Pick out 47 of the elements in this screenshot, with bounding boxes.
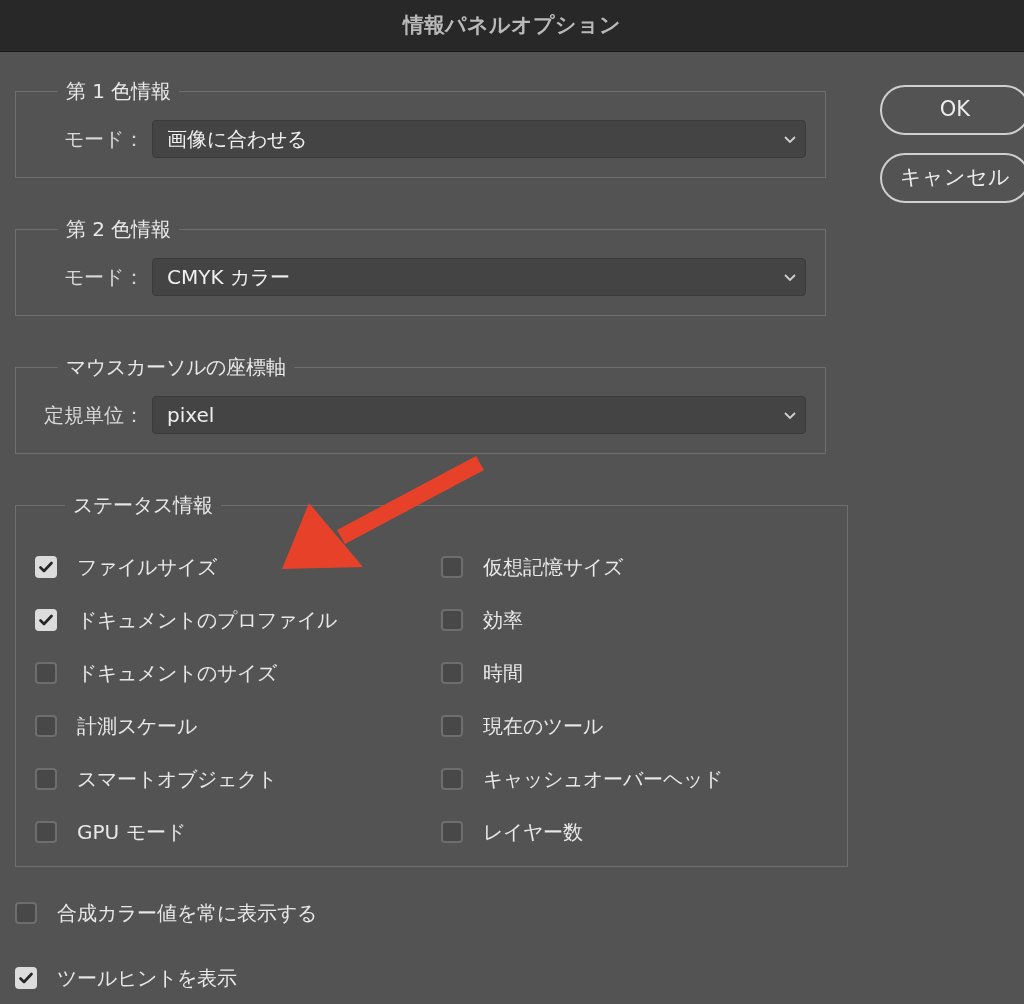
checkbox[interactable] [35, 767, 57, 790]
checkbox-label: スマートオブジェクト [77, 765, 277, 793]
chevron-down-icon [783, 272, 797, 282]
checkbox-label: ドキュメントのサイズ [77, 659, 277, 687]
checkbox[interactable] [441, 661, 463, 684]
checkbox[interactable] [15, 901, 37, 924]
dropdown[interactable]: pixel [152, 396, 806, 434]
checkbox-label: 現在のツール [483, 712, 603, 740]
group-title: 第 2 色情報 [65, 216, 173, 243]
dialog-button[interactable]: OK [880, 85, 1024, 135]
checkbox-label: 時間 [483, 659, 523, 687]
checkbox[interactable] [15, 966, 37, 989]
checkbox[interactable] [441, 714, 463, 737]
checkbox-label: ドキュメントのプロファイル [77, 606, 337, 634]
window-title: 情報パネルオプション [403, 11, 621, 39]
checkbox[interactable] [441, 555, 463, 578]
group-title: マウスカーソルの座標軸 [65, 354, 287, 381]
checkmark-icon [39, 560, 53, 573]
checkbox-label: レイヤー数 [483, 818, 583, 846]
checkbox-label: ツールヒントを表示 [57, 964, 237, 992]
checkbox-label: 計測スケール [77, 712, 197, 740]
checkbox-label: GPU モード [77, 818, 186, 846]
dropdown[interactable]: 画像に合わせる [152, 120, 806, 158]
checkbox[interactable] [35, 820, 57, 843]
chevron-down-icon [783, 410, 797, 420]
checkbox-label: 効率 [483, 606, 523, 634]
checkbox[interactable] [441, 608, 463, 631]
checkbox[interactable] [441, 767, 463, 790]
checkbox[interactable] [35, 714, 57, 737]
checkbox[interactable] [35, 555, 57, 578]
field-label: モード： [63, 264, 144, 291]
checkbox-label: キャッシュオーバーヘッド [483, 765, 723, 793]
checkbox-label: ファイルサイズ [77, 553, 217, 581]
dropdown[interactable]: CMYK カラー [152, 258, 806, 296]
checkbox[interactable] [441, 820, 463, 843]
checkmark-icon [19, 971, 33, 984]
chevron-down-icon [783, 134, 797, 144]
dialog-button[interactable]: キャンセル [880, 153, 1024, 203]
checkbox[interactable] [35, 608, 57, 631]
group-title: 第 1 色情報 [65, 78, 173, 105]
checkmark-icon [39, 613, 53, 626]
field-label: モード： [63, 126, 144, 153]
field-label: 定規単位： [43, 402, 144, 429]
checkbox[interactable] [35, 661, 57, 684]
group-title: ステータス情報 [72, 492, 214, 519]
checkbox-label: 仮想記憶サイズ [483, 553, 623, 581]
checkbox-label: 合成カラー値を常に表示する [57, 899, 317, 927]
